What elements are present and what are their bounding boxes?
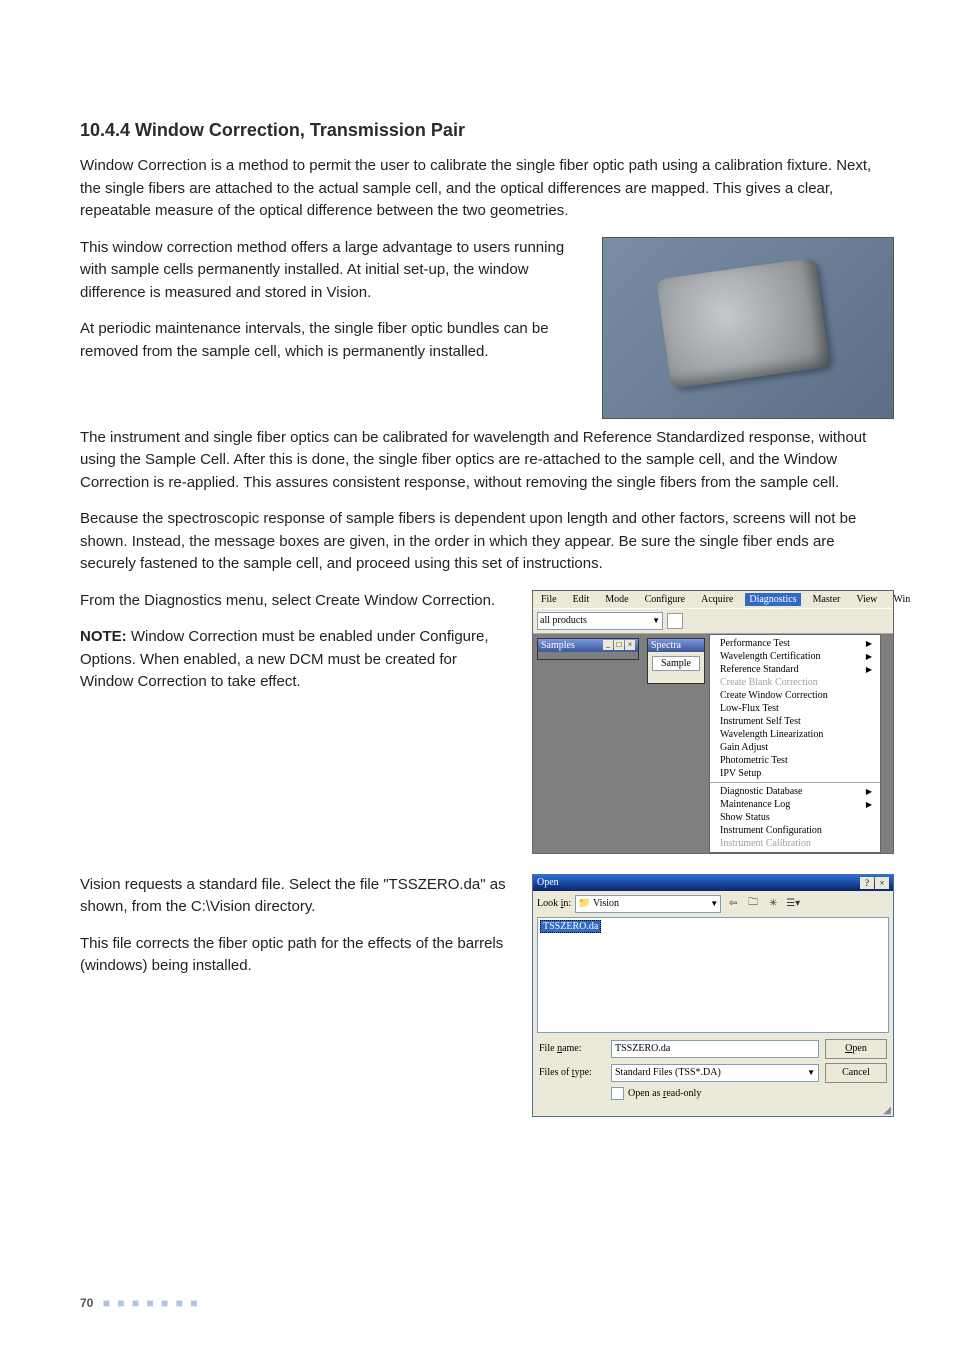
chevron-down-icon: ▼ [710,899,718,908]
section-heading: 10.4.4 Window Correction, Transmission P… [80,120,894,141]
chevron-down-icon: ▼ [652,616,660,625]
chevron-right-icon: ▶ [866,787,872,796]
menubar-item[interactable]: Acquire [697,593,737,606]
menu-item[interactable]: Wavelength Linearization [710,728,880,741]
mdi-window-title: Samples [541,640,575,651]
menu-item[interactable]: Gain Adjust [710,741,880,754]
menu-item[interactable]: Create Window Correction [710,689,880,702]
filetype-label: Files of type: [539,1067,605,1078]
file-item[interactable]: TSSZERO.da [540,920,601,933]
maximize-icon[interactable]: □ [614,640,624,650]
chevron-right-icon: ▶ [866,652,872,661]
menu-item[interactable]: Instrument Configuration [710,824,880,837]
menu-item: Instrument Calibration [710,837,880,850]
minimize-icon[interactable]: _ [603,640,613,650]
menu-item: Create Blank Correction [710,676,880,689]
filename-input[interactable]: TSSZERO.da [611,1040,819,1058]
paragraph: This file corrects the fiber optic path … [80,933,512,978]
resize-grip-icon[interactable]: ◢ [533,1108,893,1116]
note-body: Window Correction must be enabled under … [80,628,489,690]
chevron-right-icon: ▶ [866,639,872,648]
note-label: NOTE: [80,628,127,645]
paragraph: Window Correction is a method to permit … [80,155,894,223]
mdi-window-title: Spectra [651,640,681,651]
up-folder-icon[interactable]: 🗀 [745,896,761,912]
paragraph: This window correction method offers a l… [80,237,582,305]
open-button[interactable]: Open [825,1039,887,1059]
menu-item[interactable]: Instrument Self Test [710,715,880,728]
paragraph: From the Diagnostics menu, select Create… [80,590,512,613]
menubar-item[interactable]: Edit [569,593,594,606]
menu-item[interactable]: Photometric Test [710,754,880,767]
close-icon[interactable]: × [625,640,635,650]
paragraph: The instrument and single fiber optics c… [80,427,894,495]
menubar-item[interactable]: Configure [641,593,690,606]
menu-item[interactable]: Show Status [710,811,880,824]
file-list[interactable]: TSSZERO.da [537,917,889,1033]
menubar-item[interactable]: Diagnostics [745,593,800,606]
cancel-button[interactable]: Cancel [825,1063,887,1083]
filetype-select[interactable]: Standard Files (TSS*.DA) ▼ [611,1064,819,1082]
mdi-window-samples: Samples _□× [537,638,639,660]
toolbar: all products ▼ [533,608,893,634]
spectra-sample-tab[interactable]: Sample [652,656,700,671]
menu-item[interactable]: Maintenance Log▶ [710,798,880,811]
close-icon[interactable]: × [875,877,889,889]
sample-cell-photo [602,237,894,419]
readonly-label: Open as read-only [628,1088,701,1099]
menu-item[interactable]: Low-Flux Test [710,702,880,715]
open-dialog: Open ? × Look in: 📁 Vision ▼ ⇦ 🗀 ✳ ☰▾ [532,874,894,1117]
note-paragraph: NOTE: Window Correction must be enabled … [80,626,512,694]
menubar-item[interactable]: File [537,593,561,606]
paragraph: At periodic maintenance intervals, the s… [80,318,582,363]
folder-icon: 📁 [578,898,590,909]
product-combo-value: all products [540,615,587,626]
paragraph: Vision requests a standard file. Select … [80,874,512,919]
menubar: File Edit Mode Configure Acquire Diagnostics M… [533,591,893,608]
page-number: 70 [80,1296,93,1310]
chevron-right-icon: ▶ [866,665,872,674]
product-combo[interactable]: all products ▼ [537,612,663,630]
menu-item[interactable]: Reference Standard▶ [710,663,880,676]
footer-dots: ■ ■ ■ ■ ■ ■ ■ [103,1296,200,1310]
chevron-down-icon: ▼ [807,1065,815,1081]
menubar-item[interactable]: View [852,593,881,606]
back-icon[interactable]: ⇦ [725,896,741,912]
lookin-value: Vision [593,898,619,909]
menu-item[interactable]: Performance Test▶ [710,637,880,650]
view-menu-icon[interactable]: ☰▾ [785,896,801,912]
menu-item[interactable]: Wavelength Certification▶ [710,650,880,663]
chevron-right-icon: ▶ [866,800,872,809]
new-doc-icon[interactable] [667,613,683,629]
readonly-checkbox[interactable] [611,1087,624,1100]
menubar-item[interactable]: Mode [601,593,632,606]
diagnostics-dropdown: Performance Test▶Wavelength Certificatio… [709,634,881,853]
menu-item[interactable]: Diagnostic Database▶ [710,785,880,798]
lookin-combo[interactable]: 📁 Vision ▼ [575,895,721,913]
menu-item[interactable]: IPV Setup [710,767,880,780]
diagnostics-menu-screenshot: File Edit Mode Configure Acquire Diagnostics M… [532,590,894,854]
filetype-value: Standard Files (TSS*.DA) [615,1065,721,1081]
new-folder-icon[interactable]: ✳ [765,896,781,912]
help-icon[interactable]: ? [860,877,874,889]
lookin-label: Look in: [537,898,571,909]
mdi-window-spectra: Spectra Sample [647,638,705,684]
paragraph: Because the spectroscopic response of sa… [80,508,894,576]
dialog-title: Open [537,877,559,888]
menubar-item[interactable]: Win [889,593,914,606]
menubar-item[interactable]: Master [809,593,845,606]
page-footer: 70 ■ ■ ■ ■ ■ ■ ■ [80,1296,199,1310]
filename-label: File name: [539,1043,605,1054]
